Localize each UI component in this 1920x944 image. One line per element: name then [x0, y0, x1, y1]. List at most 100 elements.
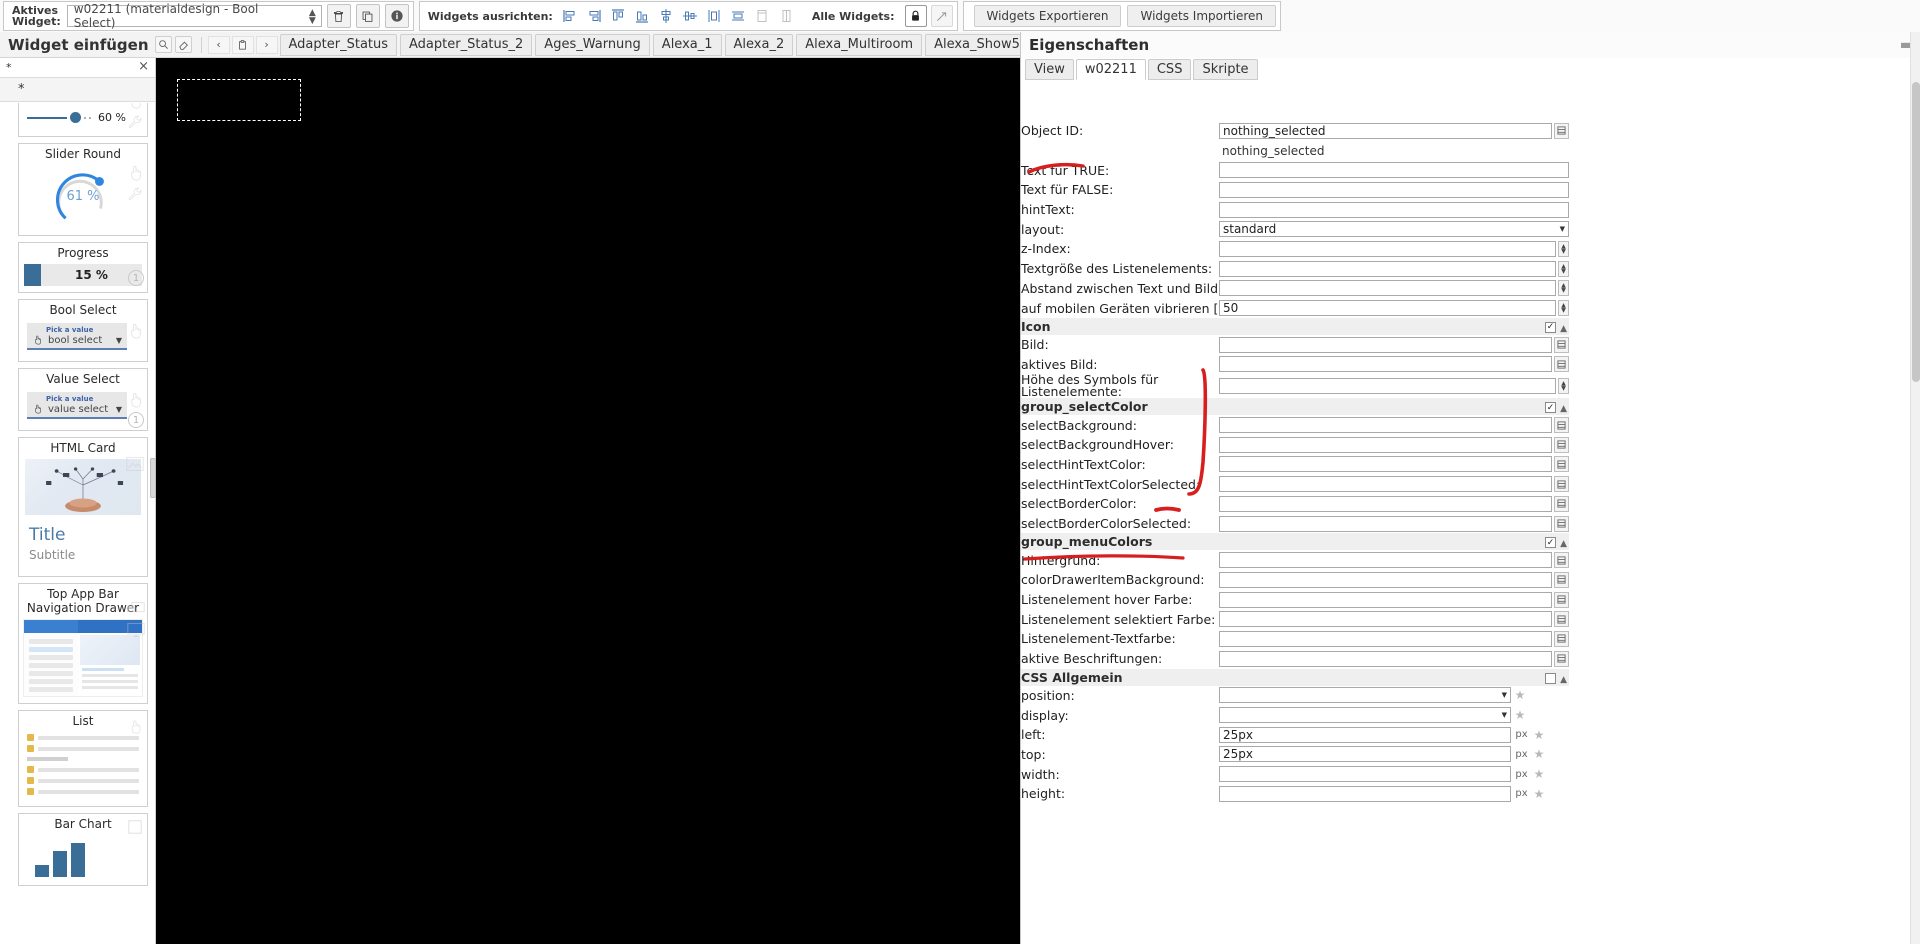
picker-button[interactable] [1554, 356, 1569, 373]
property-group-toggle[interactable]: ✓ ▲ [1394, 398, 1569, 416]
widget-info-button[interactable] [384, 4, 409, 28]
property-input[interactable] [1219, 785, 1511, 802]
property-select[interactable]: standard ▼ [1219, 221, 1569, 238]
property-group-toggle[interactable]: ✓ ▲ [1394, 533, 1569, 551]
align-vertical-center-icon[interactable] [679, 5, 701, 27]
property-input[interactable] [1219, 611, 1552, 628]
lock-all-widgets-button[interactable] [904, 5, 927, 27]
next-view-button[interactable]: › [255, 35, 278, 54]
property-group-header[interactable]: Icon ✓ ▲ [1021, 317, 1569, 335]
group-checkbox[interactable]: ✓ [1545, 537, 1557, 549]
property-input[interactable] [1219, 456, 1552, 473]
property-input[interactable] [1219, 591, 1552, 608]
widget-card-progress[interactable]: Progress 15 % 1 [18, 242, 148, 293]
properties-tab-skripte[interactable]: Skripte [1193, 59, 1258, 80]
property-input[interactable] [1219, 766, 1511, 783]
export-widgets-button[interactable]: Widgets Exportieren [973, 5, 1122, 27]
expand-all-widgets-button[interactable] [930, 5, 953, 27]
chevron-up-icon[interactable]: ▲ [1556, 675, 1567, 685]
align-bottom-icon[interactable] [631, 5, 653, 27]
group-checkbox[interactable]: ✓ [1545, 402, 1557, 414]
property-group-header[interactable]: CSS Allgemein ▲ [1021, 668, 1569, 686]
property-input[interactable] [1219, 436, 1552, 453]
property-input[interactable] [1219, 571, 1552, 588]
view-tab-1[interactable]: Adapter_Status_2 [400, 33, 533, 56]
spinner-icon[interactable]: ▲ ▼ [1558, 300, 1569, 317]
property-input[interactable]: nothing_selected [1219, 122, 1552, 139]
chevron-up-icon[interactable]: ▲ [1556, 404, 1567, 414]
view-tab-3[interactable]: Alexa_1 [652, 33, 722, 56]
property-input[interactable] [1219, 201, 1569, 218]
distribute-horizontal-icon[interactable] [703, 5, 725, 27]
copy-view-button[interactable] [231, 35, 254, 54]
favorite-star-icon[interactable]: ★ [1532, 787, 1546, 801]
favorite-star-icon[interactable]: ★ [1513, 688, 1527, 702]
spinner-icon[interactable]: ▲ ▼ [1558, 260, 1569, 277]
widget-card-top-app-bar[interactable]: Top App Bar Navigation Drawer [18, 583, 148, 704]
properties-tab-css[interactable]: CSS [1147, 59, 1192, 80]
view-tab-0[interactable]: Adapter_Status [279, 33, 398, 56]
import-widgets-button[interactable]: Widgets Importieren [1127, 5, 1277, 27]
property-input[interactable] [1219, 356, 1552, 373]
close-icon[interactable]: × [138, 60, 149, 74]
property-select[interactable]: ▼ [1219, 687, 1511, 704]
property-input[interactable] [1219, 181, 1569, 198]
widget-card-discrete-slider[interactable]: Discrete Slider 60 % [18, 103, 148, 137]
chevron-up-icon[interactable]: ▲ [1556, 539, 1567, 549]
copy-widget-button[interactable] [355, 4, 380, 28]
picker-button[interactable] [1554, 436, 1569, 453]
align-left-icon[interactable] [559, 5, 581, 27]
view-tab-2[interactable]: Ages_Warnung [535, 33, 650, 56]
property-input[interactable] [1219, 240, 1556, 257]
favorite-star-icon[interactable]: ★ [1532, 747, 1546, 761]
widget-selection-outline[interactable] [177, 79, 301, 121]
property-input[interactable] [1219, 280, 1556, 297]
property-input[interactable] [1219, 378, 1556, 395]
property-input[interactable] [1219, 260, 1556, 277]
property-input[interactable] [1219, 495, 1552, 512]
property-input[interactable] [1219, 650, 1552, 667]
distribute-vertical-icon[interactable] [727, 5, 749, 27]
widget-card-html-card[interactable]: HTML Card Title Subtitle [18, 437, 148, 577]
property-input[interactable] [1219, 336, 1552, 353]
picker-button[interactable] [1554, 476, 1569, 493]
same-width-icon[interactable] [751, 5, 773, 27]
clear-widget-button[interactable] [174, 36, 192, 53]
widget-filter-input[interactable]: * [6, 61, 126, 74]
view-tab-4[interactable]: Alexa_2 [724, 33, 794, 56]
picker-button[interactable] [1554, 571, 1569, 588]
property-input[interactable] [1219, 417, 1552, 434]
chevron-up-icon[interactable]: ▲ [1556, 324, 1567, 334]
picker-button[interactable] [1554, 417, 1569, 434]
scrollbar-thumb[interactable] [1912, 82, 1920, 382]
picker-button[interactable] [1554, 336, 1569, 353]
property-input[interactable] [1219, 630, 1552, 647]
property-group-toggle[interactable]: ✓ ▲ [1394, 317, 1569, 335]
favorite-star-icon[interactable]: ★ [1513, 708, 1527, 722]
group-checkbox[interactable]: ✓ [1545, 321, 1557, 333]
prev-view-button[interactable]: ‹ [207, 35, 230, 54]
widget-card-value-select[interactable]: Value Select Pick a value value select ▼… [18, 368, 148, 431]
picker-button[interactable] [1554, 591, 1569, 608]
delete-widget-button[interactable] [326, 4, 351, 28]
align-right-icon[interactable] [583, 5, 605, 27]
widget-card-bool-select[interactable]: Bool Select Pick a value bool select ▼ [18, 299, 148, 362]
widget-card-bar-chart[interactable]: Bar Chart [18, 813, 148, 886]
widget-card-list[interactable]: List [18, 710, 148, 807]
favorite-star-icon[interactable]: ★ [1532, 728, 1546, 742]
same-height-icon[interactable] [775, 5, 797, 27]
spinner-icon[interactable]: ▲ ▼ [1558, 280, 1569, 297]
spinner-icon[interactable]: ▲ ▼ [1558, 378, 1569, 395]
picker-button[interactable] [1554, 611, 1569, 628]
favorite-star-icon[interactable]: ★ [1532, 767, 1546, 781]
property-input[interactable]: 50 [1219, 300, 1556, 317]
align-top-icon[interactable] [607, 5, 629, 27]
property-input[interactable]: 25px [1219, 746, 1511, 763]
property-input[interactable] [1219, 515, 1552, 532]
search-widget-button[interactable] [154, 36, 172, 53]
view-tab-5[interactable]: Alexa_Multiroom [796, 33, 923, 56]
property-input[interactable]: 25px [1219, 726, 1511, 743]
picker-button[interactable] [1554, 495, 1569, 512]
property-group-toggle[interactable]: ▲ [1394, 668, 1569, 686]
view-tab-6[interactable]: Alexa_Show5 [925, 33, 1029, 56]
